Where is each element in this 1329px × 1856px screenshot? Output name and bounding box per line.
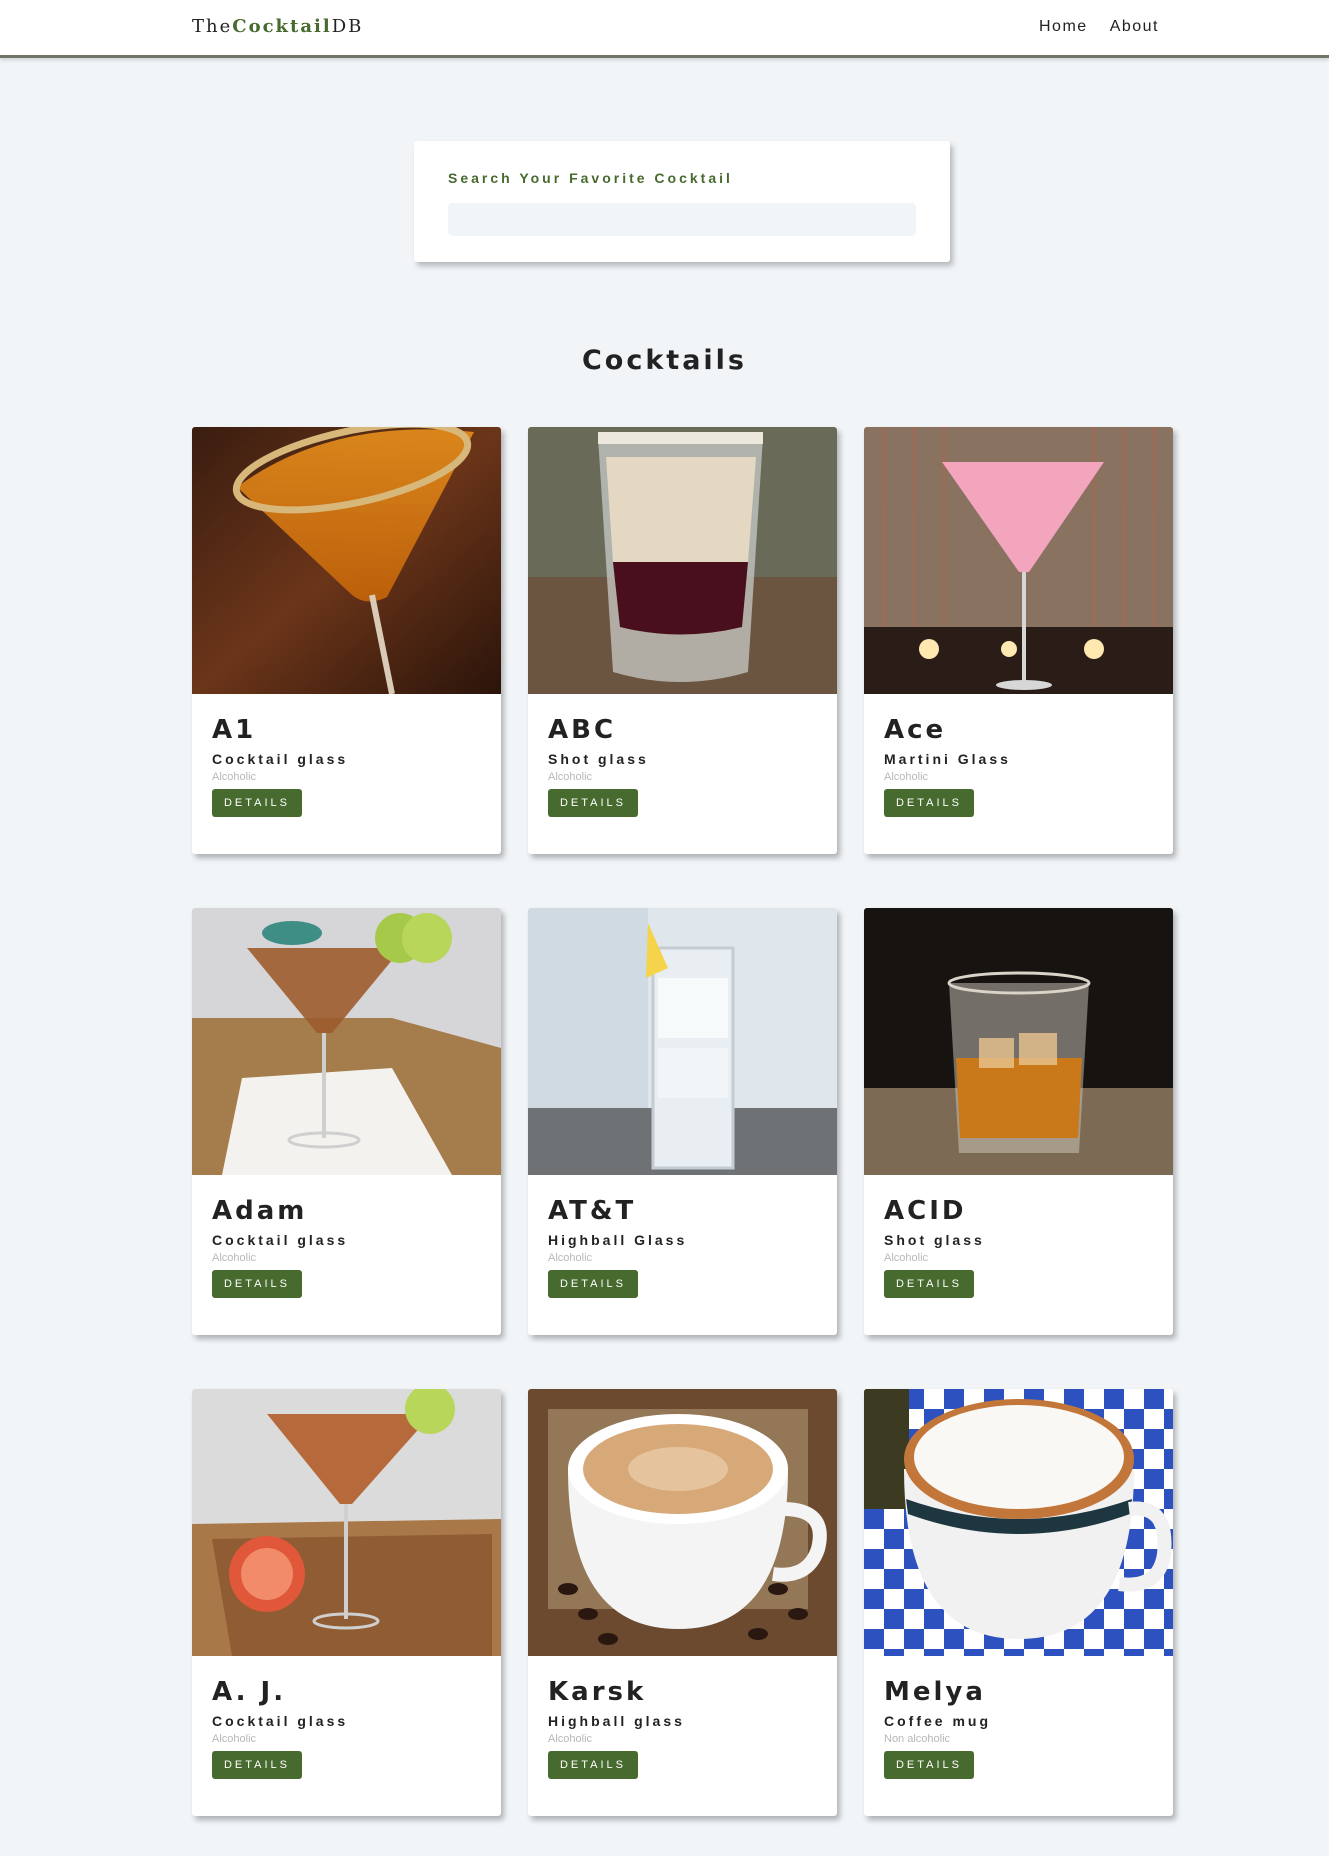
- cocktail-name: A1: [212, 715, 257, 745]
- cocktail-glass: Cocktail glass: [212, 1232, 349, 1248]
- details-button[interactable]: DETAILS: [212, 1270, 302, 1298]
- details-button[interactable]: DETAILS: [884, 1751, 974, 1779]
- site-logo[interactable]: TheCocktailDB: [192, 16, 363, 37]
- cocktail-type: Alcoholic: [548, 771, 593, 783]
- logo-suffix: DB: [331, 16, 364, 37]
- cocktail-glass: Shot glass: [884, 1232, 985, 1248]
- cocktail-glass: Martini Glass: [884, 751, 1011, 767]
- cocktail-name: Melya: [884, 1677, 986, 1707]
- nav-links: Home About: [1039, 18, 1159, 36]
- nav-link-about[interactable]: About: [1110, 18, 1159, 36]
- cocktail-card: ABC Shot glass Alcoholic DETAILS: [528, 427, 837, 854]
- cocktail-glass: Cocktail glass: [212, 751, 349, 767]
- cocktail-type: Alcoholic: [212, 1733, 257, 1745]
- details-button[interactable]: DETAILS: [884, 1270, 974, 1298]
- cocktail-card: A. J. Cocktail glass Alcoholic DETAILS: [192, 1389, 501, 1816]
- cocktail-glass: Cocktail glass: [212, 1713, 349, 1729]
- cocktail-glass: Coffee mug: [884, 1713, 991, 1729]
- cocktail-image: [528, 427, 837, 694]
- cocktail-type: Alcoholic: [884, 771, 929, 783]
- cocktail-card: Melya Coffee mug Non alcoholic DETAILS: [864, 1389, 1173, 1816]
- cocktail-grid: A1 Cocktail glass Alcoholic DETAILS ABC …: [192, 427, 1173, 1816]
- details-button[interactable]: DETAILS: [548, 789, 638, 817]
- cocktail-image: [192, 908, 501, 1175]
- section-title: Cocktails: [581, 345, 748, 376]
- cocktail-image: [864, 427, 1173, 694]
- cocktail-name: Ace: [884, 715, 947, 745]
- search-input[interactable]: [448, 203, 916, 236]
- cocktail-name: AT&T: [548, 1196, 637, 1226]
- details-button[interactable]: DETAILS: [212, 789, 302, 817]
- search-label: Search Your Favorite Cocktail: [448, 170, 733, 186]
- cocktail-card: A1 Cocktail glass Alcoholic DETAILS: [192, 427, 501, 854]
- cocktail-card: Ace Martini Glass Alcoholic DETAILS: [864, 427, 1173, 854]
- cocktail-type: Alcoholic: [884, 1252, 929, 1264]
- cocktail-type: Alcoholic: [212, 1252, 257, 1264]
- nav-link-home[interactable]: Home: [1039, 18, 1088, 36]
- search-form: Search Your Favorite Cocktail: [414, 141, 950, 262]
- cocktail-card: ACID Shot glass Alcoholic DETAILS: [864, 908, 1173, 1335]
- cocktail-image: [192, 427, 501, 694]
- cocktail-name: ABC: [548, 715, 617, 745]
- cocktail-type: Alcoholic: [212, 771, 257, 783]
- cocktail-name: Adam: [212, 1196, 308, 1226]
- cocktail-image: [192, 1389, 501, 1656]
- cocktail-name: A. J.: [212, 1677, 287, 1707]
- cocktail-glass: Shot glass: [548, 751, 649, 767]
- cocktail-name: ACID: [884, 1196, 967, 1226]
- cocktail-type: Alcoholic: [548, 1252, 593, 1264]
- cocktail-name: Karsk: [548, 1677, 647, 1707]
- cocktail-image: [528, 908, 837, 1175]
- details-button[interactable]: DETAILS: [548, 1270, 638, 1298]
- logo-prefix: The: [192, 16, 233, 37]
- cocktail-card: Adam Cocktail glass Alcoholic DETAILS: [192, 908, 501, 1335]
- cocktail-card: AT&T Highball Glass Alcoholic DETAILS: [528, 908, 837, 1335]
- details-button[interactable]: DETAILS: [212, 1751, 302, 1779]
- cocktail-glass: Highball glass: [548, 1713, 685, 1729]
- cocktail-type: Non alcoholic: [884, 1733, 951, 1745]
- cocktail-image: [864, 1389, 1173, 1656]
- cocktail-card: Karsk Highball glass Alcoholic DETAILS: [528, 1389, 837, 1816]
- details-button[interactable]: DETAILS: [884, 789, 974, 817]
- cocktail-image: [864, 908, 1173, 1175]
- details-button[interactable]: DETAILS: [548, 1751, 638, 1779]
- cocktail-type: Alcoholic: [548, 1733, 593, 1745]
- navbar: TheCocktailDB Home About: [0, 0, 1329, 58]
- logo-accent: Cocktail: [232, 16, 332, 37]
- cocktail-image: [528, 1389, 837, 1656]
- cocktail-glass: Highball Glass: [548, 1232, 688, 1248]
